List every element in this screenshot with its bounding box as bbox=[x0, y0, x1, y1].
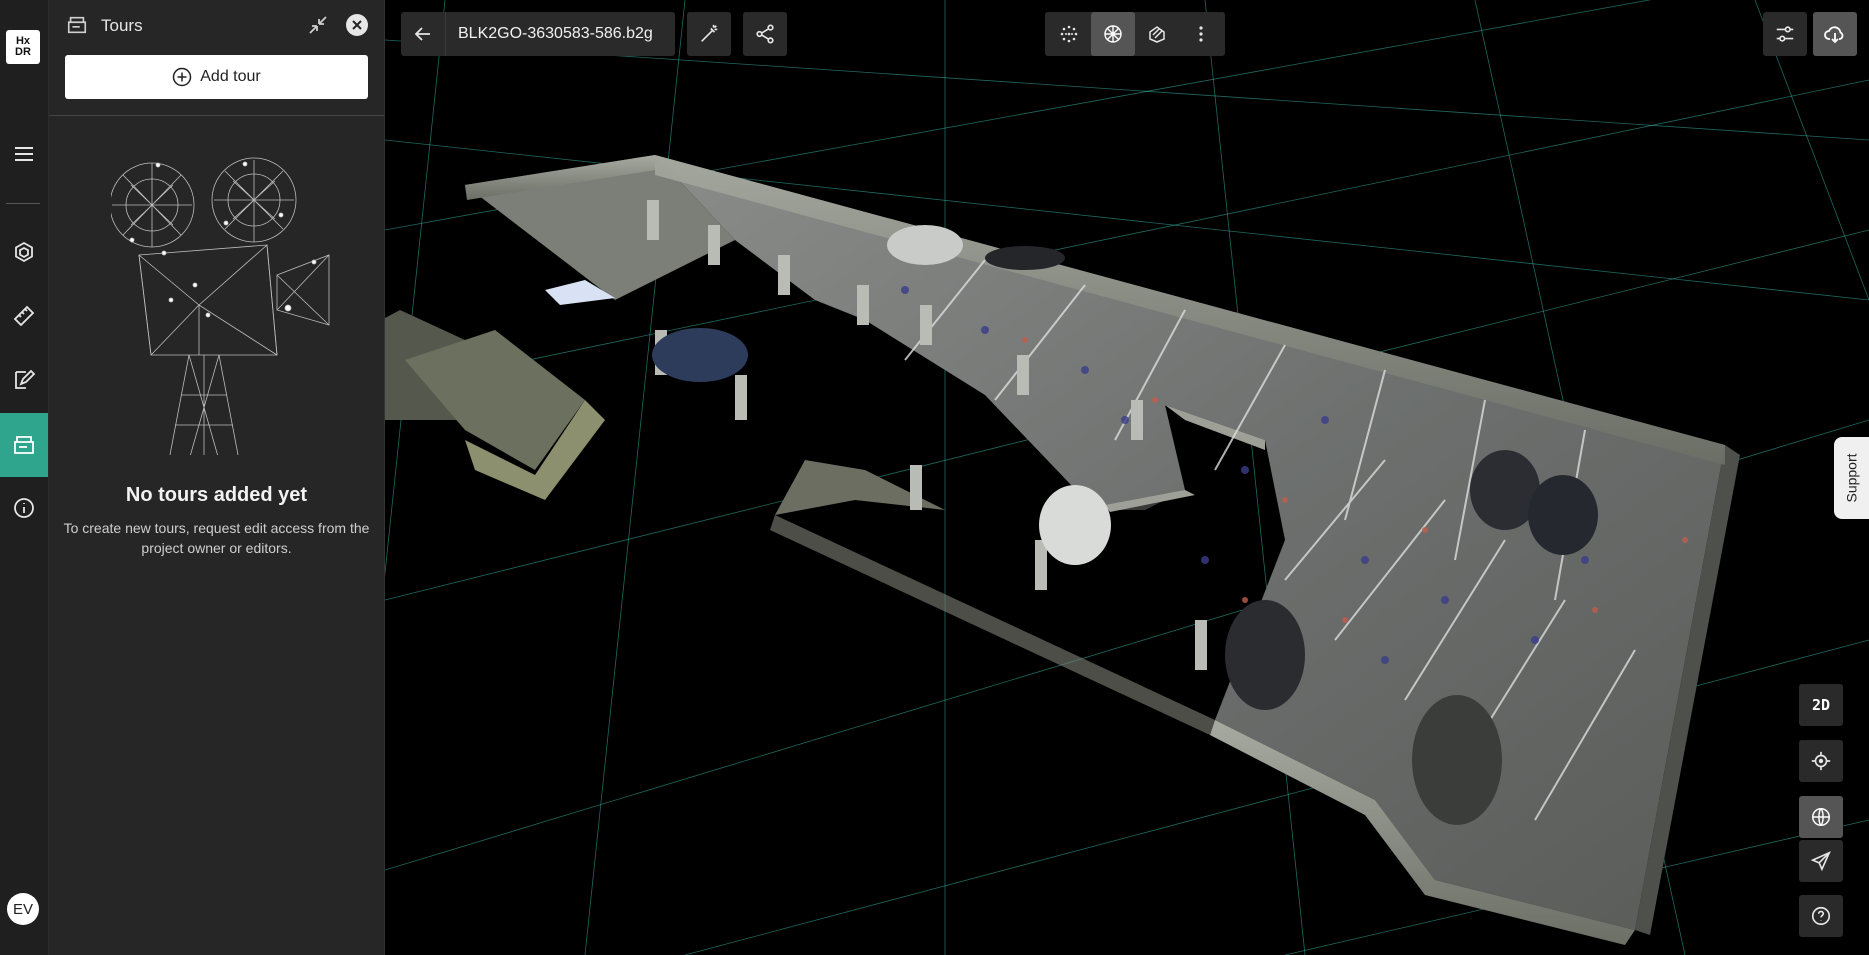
help-button[interactable] bbox=[1799, 895, 1843, 937]
avatar-initials: EV bbox=[12, 900, 33, 918]
file-toolbar: BLK2GO-3630583-586.b2g bbox=[401, 12, 675, 56]
scene-canvas[interactable] bbox=[385, 0, 1869, 955]
left-rail: Hx DR EV bbox=[0, 0, 49, 955]
sidebar-item-measure[interactable] bbox=[0, 284, 48, 348]
plus-circle-icon bbox=[173, 67, 192, 87]
tours-icon bbox=[14, 436, 34, 454]
magic-tool-group bbox=[687, 12, 731, 56]
empty-state-title: No tours added yet bbox=[125, 484, 308, 506]
texture-mode-button[interactable] bbox=[1135, 12, 1179, 56]
close-panel-button[interactable] bbox=[346, 14, 368, 36]
edit-icon bbox=[15, 369, 36, 389]
cube-icon bbox=[15, 241, 33, 263]
logo-line-2: DR bbox=[15, 46, 31, 58]
menu-icon bbox=[15, 147, 33, 161]
texture-icon bbox=[1149, 26, 1165, 43]
magic-wand-icon bbox=[701, 24, 718, 42]
sidebar-item-3d-objects[interactable] bbox=[0, 220, 48, 284]
add-tour-button[interactable]: Add tour bbox=[65, 55, 368, 99]
share-icon bbox=[756, 24, 774, 44]
mode-2d-label: 2D bbox=[1811, 696, 1831, 714]
cloud-download-icon bbox=[1824, 26, 1844, 44]
arrow-left-icon bbox=[414, 27, 430, 41]
settings-button[interactable] bbox=[1763, 12, 1807, 56]
3d-viewport[interactable]: BLK2GO-3630583-586.b2g bbox=[385, 0, 1869, 955]
sidebar-item-tours[interactable] bbox=[0, 413, 48, 477]
navigate-button[interactable] bbox=[1799, 840, 1843, 882]
crosshair-icon bbox=[1811, 751, 1831, 771]
ruler-icon bbox=[13, 305, 35, 327]
panel-title: Tours bbox=[101, 16, 143, 35]
point-cloud-mode-button[interactable] bbox=[1047, 12, 1091, 56]
share-button[interactable] bbox=[743, 12, 787, 56]
panel-header: Tours bbox=[49, 0, 384, 52]
more-icon bbox=[1199, 26, 1203, 42]
magic-wand-button[interactable] bbox=[687, 12, 731, 56]
help-icon bbox=[1811, 906, 1831, 926]
locate-button[interactable] bbox=[1799, 740, 1843, 782]
sidebar-item-menu[interactable] bbox=[0, 122, 48, 186]
support-label: Support bbox=[1843, 453, 1860, 503]
more-options-button[interactable] bbox=[1179, 12, 1223, 56]
sidebar-item-annotate[interactable] bbox=[0, 348, 48, 412]
file-name: BLK2GO-3630583-586.b2g bbox=[445, 12, 675, 56]
info-icon bbox=[14, 498, 34, 518]
hxdr-logo[interactable]: Hx DR bbox=[6, 30, 40, 64]
panel-divider bbox=[49, 115, 384, 116]
user-avatar[interactable]: EV bbox=[7, 893, 39, 925]
view-mode-toolbar bbox=[1045, 12, 1225, 56]
globe-icon bbox=[1812, 808, 1830, 826]
back-button[interactable] bbox=[401, 12, 445, 56]
sidebar-item-info[interactable] bbox=[0, 476, 48, 540]
camera-illustration bbox=[111, 157, 330, 455]
mesh-mode-button[interactable] bbox=[1091, 12, 1135, 56]
tours-icon bbox=[67, 16, 87, 34]
empty-state-text: To create new tours, request edit access… bbox=[63, 520, 370, 556]
cloud-download-button[interactable] bbox=[1813, 12, 1857, 56]
collapse-icon[interactable] bbox=[306, 13, 330, 37]
toggle-2d-button[interactable]: 2D bbox=[1799, 684, 1843, 726]
add-tour-label: Add tour bbox=[200, 68, 261, 85]
support-tab[interactable]: Support bbox=[1834, 437, 1869, 519]
globe-view-button[interactable] bbox=[1799, 796, 1843, 838]
parking-model bbox=[385, 155, 1740, 945]
rail-divider bbox=[6, 203, 40, 204]
sliders-icon bbox=[1776, 26, 1794, 42]
share-group bbox=[743, 12, 787, 56]
point-cloud-icon bbox=[1060, 25, 1078, 43]
send-icon bbox=[1810, 851, 1831, 872]
mesh-icon bbox=[1104, 25, 1122, 43]
tours-panel: Tours Add tour No tours added yet To cre… bbox=[49, 0, 385, 955]
close-icon bbox=[352, 20, 362, 30]
